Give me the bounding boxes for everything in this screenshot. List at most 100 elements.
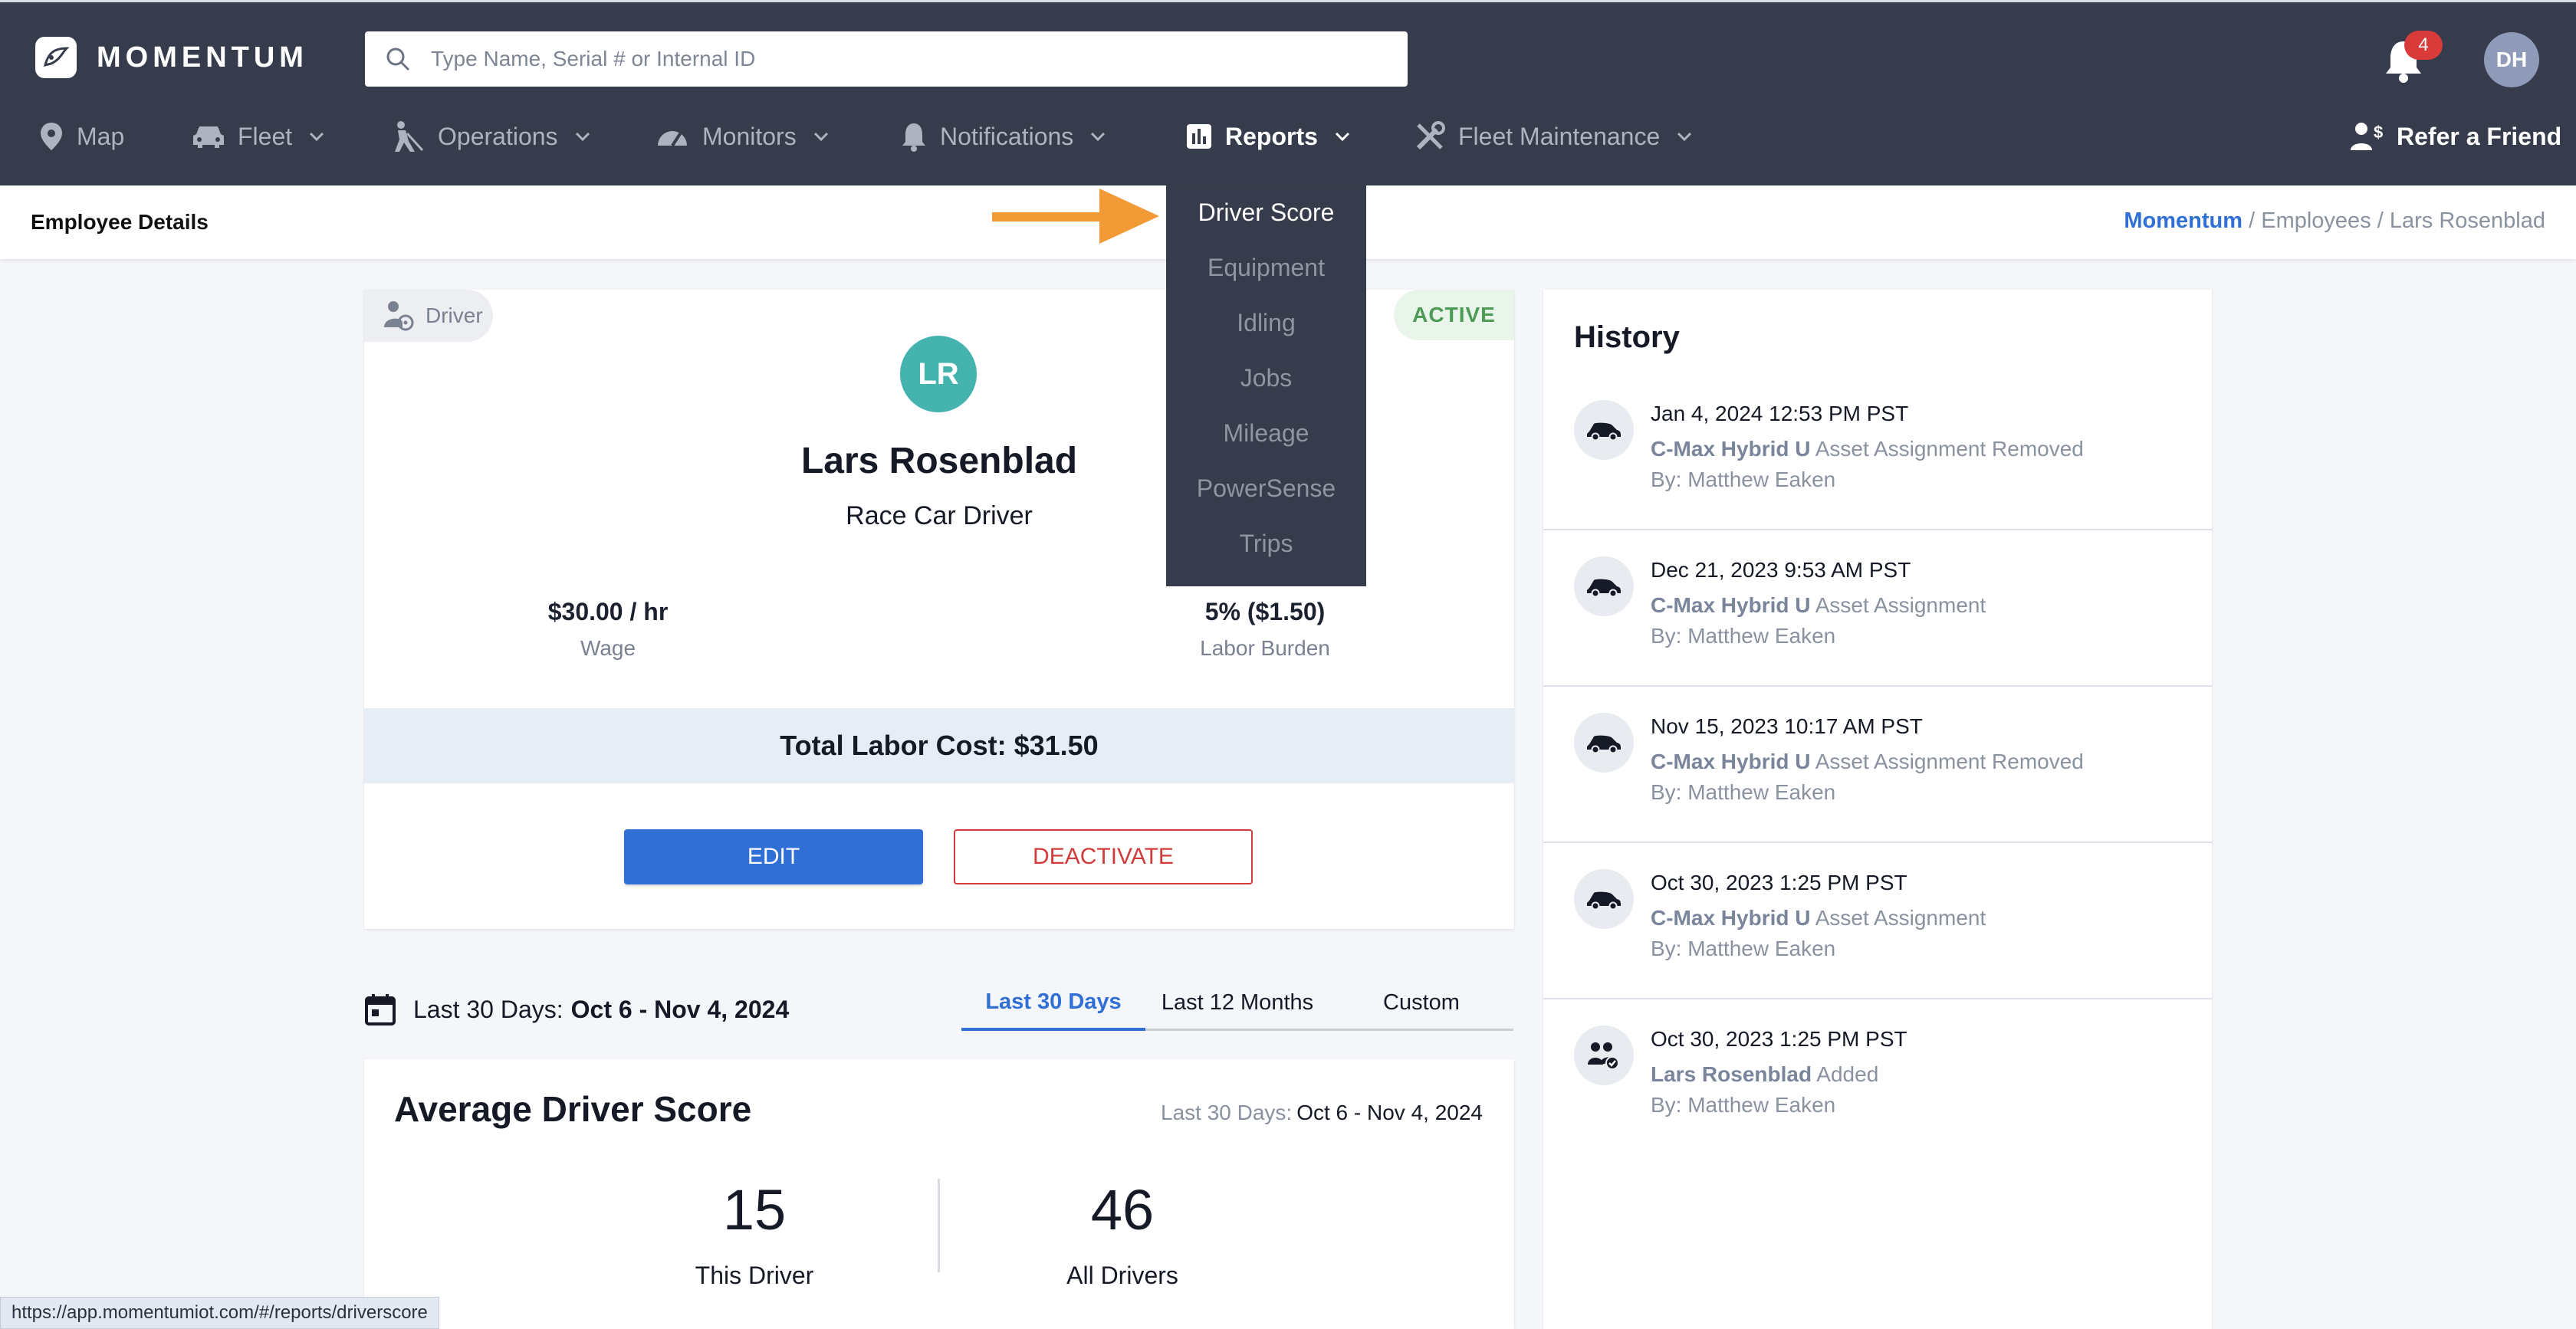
search-input[interactable]: [429, 46, 1352, 72]
history-item: Dec 21, 2023 9:53 AM PST C-Max Hybrid U …: [1543, 530, 2212, 687]
deactivate-button[interactable]: DEACTIVATE: [954, 829, 1253, 884]
user-avatar[interactable]: DH: [2484, 32, 2539, 87]
history-time: Nov 15, 2023 10:17 AM PST: [1651, 714, 1923, 738]
menu-item-driver-score[interactable]: Driver Score: [1166, 199, 1366, 227]
this-driver-score: 15: [722, 1178, 787, 1242]
history-time: Dec 21, 2023 9:53 AM PST: [1651, 558, 1911, 582]
driver-score-range-label: Last 30 Days:: [1161, 1101, 1293, 1124]
refer-a-friend-link[interactable]: $ Refer a Friend: [2351, 113, 2561, 159]
chevron-down-icon: [813, 132, 828, 142]
bell-icon: [902, 123, 925, 152]
role-label: Driver: [426, 304, 483, 327]
history-subject: C-Max Hybrid U: [1651, 437, 1811, 461]
history-subject: C-Max Hybrid U: [1651, 593, 1811, 617]
tools-icon: [1416, 121, 1445, 150]
car-icon: [1574, 556, 1634, 616]
nav-map[interactable]: Map: [38, 113, 124, 159]
history-action: Asset Assignment Removed: [1810, 750, 2084, 773]
menu-item-equipment[interactable]: Equipment: [1166, 254, 1366, 282]
car-icon: [1574, 400, 1634, 460]
tab-last-12-months[interactable]: Last 12 Months: [1145, 976, 1329, 1029]
employee-name: Lars Rosenblad: [800, 441, 1078, 481]
history-action: Added: [1812, 1062, 1879, 1086]
date-range-summary: Last 30 Days: Oct 6 - Nov 4, 2024: [364, 990, 789, 1029]
history-action: Asset Assignment Removed: [1810, 437, 2084, 461]
all-drivers-score: 46: [1090, 1178, 1155, 1242]
chevron-down-icon: [1091, 132, 1106, 142]
nav-map-label: Map: [77, 122, 125, 150]
refer-a-friend-label: Refer a Friend: [2397, 122, 2562, 150]
car-icon: [193, 126, 224, 148]
history-author: By: Matthew Eaken: [1651, 468, 1836, 491]
nav-monitors[interactable]: Monitors: [655, 113, 829, 159]
history-item: Nov 15, 2023 10:17 AM PST C-Max Hybrid U…: [1543, 687, 2212, 843]
history-item: Oct 30, 2023 1:25 PM PST C-Max Hybrid U …: [1543, 843, 2212, 999]
menu-item-trips[interactable]: Trips: [1166, 530, 1366, 558]
status-badge: ACTIVE: [1394, 290, 1514, 340]
map-pin-icon: [41, 123, 62, 150]
date-range-value: Oct 6 - Nov 4, 2024: [570, 995, 790, 1023]
wage-value: $30.00 / hr: [547, 598, 669, 625]
menu-item-powersense[interactable]: PowerSense: [1166, 474, 1366, 503]
menu-item-jobs[interactable]: Jobs: [1166, 364, 1366, 392]
chevron-down-icon: [575, 132, 590, 142]
history-title: History: [1574, 320, 1680, 354]
logo[interactable]: MOMENTUM: [35, 34, 308, 81]
nav-fleet-maintenance-label: Fleet Maintenance: [1458, 122, 1661, 150]
nav-notifications[interactable]: Notifications: [900, 113, 1106, 159]
history-description: C-Max Hybrid U Asset Assignment: [1651, 906, 1986, 930]
history-author: By: Matthew Eaken: [1651, 624, 1836, 648]
breadcrumb-home-link[interactable]: Momentum: [2124, 208, 2242, 233]
chevron-down-icon: [310, 132, 324, 142]
labor-burden-value: 5% ($1.50): [1204, 598, 1326, 625]
global-search[interactable]: [365, 31, 1408, 87]
history-action: Asset Assignment: [1810, 906, 1986, 930]
svg-text:$: $: [2374, 123, 2383, 142]
car-icon: [1574, 713, 1634, 773]
employee-avatar: LR: [900, 336, 977, 412]
menu-item-idling[interactable]: Idling: [1166, 309, 1366, 337]
nav-notifications-label: Notifications: [940, 122, 1074, 150]
history-subject: C-Max Hybrid U: [1651, 750, 1811, 773]
edit-button[interactable]: EDIT: [624, 829, 923, 884]
history-subject: C-Max Hybrid U: [1651, 906, 1811, 930]
date-range-label: Last 30 Days:: [413, 995, 564, 1023]
history-subject: Lars Rosenblad: [1651, 1062, 1812, 1086]
nav-operations-label: Operations: [438, 122, 558, 150]
driver-score-title: Average Driver Score: [394, 1089, 752, 1129]
status-bar-url: https://app.momentumiot.com/#/reports/dr…: [0, 1297, 439, 1329]
nav-monitors-label: Monitors: [702, 122, 797, 150]
tab-last-30-days[interactable]: Last 30 Days: [961, 976, 1145, 1031]
history-author: By: Matthew Eaken: [1651, 1093, 1836, 1117]
chevron-down-icon: [1335, 132, 1349, 142]
history-description: C-Max Hybrid U Asset Assignment: [1651, 593, 1986, 618]
score-divider: [938, 1179, 940, 1272]
nav-fleet[interactable]: Fleet: [192, 113, 324, 159]
nav-fleet-maintenance[interactable]: Fleet Maintenance: [1414, 113, 1692, 159]
nav-fleet-label: Fleet: [238, 122, 293, 150]
history-author: By: Matthew Eaken: [1651, 780, 1836, 804]
momentum-logo-icon: [35, 37, 77, 78]
search-icon: [386, 48, 410, 71]
menu-item-mileage[interactable]: Mileage: [1166, 419, 1366, 448]
breadcrumb-path: / Employees / Lars Rosenblad: [2242, 208, 2545, 233]
worker-icon: [395, 121, 424, 152]
driver-score-range-value: Oct 6 - Nov 4, 2024: [1296, 1101, 1483, 1124]
total-labor-cost: Total Labor Cost: $31.50: [364, 708, 1514, 783]
history-description: C-Max Hybrid U Asset Assignment Removed: [1651, 437, 2084, 461]
tab-custom[interactable]: Custom: [1329, 976, 1513, 1029]
this-driver-label: This Driver: [695, 1262, 814, 1289]
driver-icon: [384, 301, 414, 331]
breadcrumb: Momentum / Employees / Lars Rosenblad: [2124, 208, 2545, 234]
history-time: Oct 30, 2023 1:25 PM PST: [1651, 1027, 1907, 1051]
car-icon: [1574, 869, 1634, 929]
page-title: Employee Details: [31, 210, 209, 234]
nav-operations[interactable]: Operations: [387, 113, 590, 159]
gauge-icon: [658, 129, 687, 147]
nav-reports[interactable]: Reports: [1185, 113, 1350, 159]
brand-name: MOMENTUM: [97, 41, 308, 74]
employee-job-title: Race Car Driver: [846, 501, 1033, 530]
labor-burden-label: Labor Burden: [1200, 636, 1330, 660]
driver-score-range: Last 30 Days: Oct 6 - Nov 4, 2024: [1161, 1101, 1483, 1125]
nav-reports-label: Reports: [1225, 122, 1318, 150]
